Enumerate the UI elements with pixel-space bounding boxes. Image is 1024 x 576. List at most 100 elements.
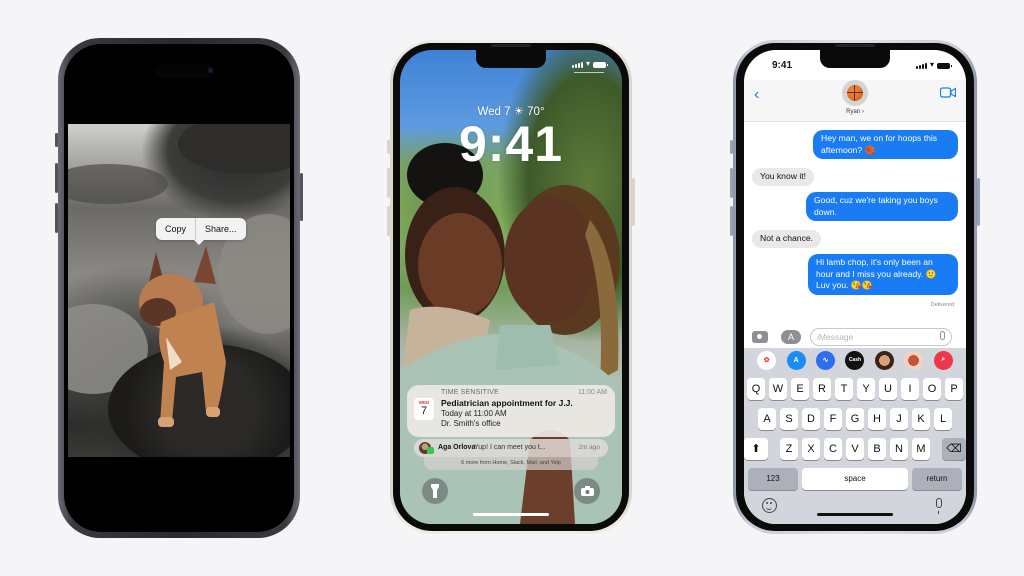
key-n[interactable]: N: [890, 438, 908, 460]
status-time: 9:41: [772, 60, 793, 71]
dog-photo[interactable]: [68, 124, 290, 457]
keyboard-footer: [744, 498, 966, 524]
copy-menu-item[interactable]: Copy: [156, 218, 195, 240]
volume-down-button: [730, 206, 733, 236]
key-y[interactable]: Y: [857, 378, 875, 400]
notch: [820, 50, 890, 68]
key-f[interactable]: F: [824, 408, 842, 430]
microphone-icon[interactable]: [936, 498, 942, 514]
key-p[interactable]: P: [945, 378, 963, 400]
speaker-grill: [491, 44, 531, 47]
app-store-icon[interactable]: A: [781, 330, 801, 344]
power-button: [632, 178, 635, 226]
contact-name[interactable]: Ryan ›: [744, 109, 966, 115]
imessage-placeholder: iMessage: [817, 332, 854, 342]
key-v[interactable]: V: [846, 438, 864, 460]
memoji-stickers-app-icon[interactable]: [904, 350, 924, 370]
status-bar: ▾: [915, 60, 952, 69]
key-t[interactable]: T: [835, 378, 853, 400]
rock: [68, 164, 168, 204]
dictation-icon[interactable]: [940, 331, 945, 340]
more-notifications[interactable]: 6 more from Home, Slack, Mail, and Yelp: [424, 457, 598, 470]
message-bubble-incoming[interactable]: Not a chance.: [752, 230, 822, 248]
volume-up-button: [55, 163, 58, 193]
notification-detail: Today at 11:00 AM: [441, 409, 507, 418]
iphone-blue: 9:41 ▾ ‹ Ryan › Hey man, we on for hoops…: [730, 40, 980, 534]
shift-key[interactable]: ⬆: [744, 438, 768, 460]
conversation-header: ‹ Ryan ›: [744, 80, 966, 122]
emoji-icon[interactable]: [762, 498, 777, 513]
key-x[interactable]: X: [802, 438, 820, 460]
key-i[interactable]: I: [901, 378, 919, 400]
key-a[interactable]: A: [758, 408, 776, 430]
rock: [178, 124, 290, 174]
home-indicator[interactable]: [817, 513, 893, 516]
key-row-1: QWERTYUIOP: [744, 378, 966, 400]
return-key[interactable]: return: [912, 468, 962, 490]
speaker-grill: [835, 44, 875, 47]
message-notification[interactable]: Aga Orlova Yup! I can meet you t... 2m a…: [414, 439, 608, 457]
message-bubble-incoming[interactable]: You know it!: [752, 168, 815, 186]
numbers-key[interactable]: 123: [748, 468, 798, 490]
home-indicator[interactable]: [473, 513, 549, 516]
key-d[interactable]: D: [802, 408, 820, 430]
key-u[interactable]: U: [879, 378, 897, 400]
facetime-video-icon[interactable]: [940, 87, 956, 98]
message-time: 2m ago: [578, 444, 600, 451]
message-bubble-outgoing[interactable]: Good, cuz we're taking you boys down.: [806, 192, 958, 221]
flashlight-icon: [431, 484, 439, 498]
key-g[interactable]: G: [846, 408, 864, 430]
apple-cash-app-icon[interactable]: Cash: [845, 350, 865, 370]
key-row-3: ⬆ ZXCVBNM ⌫: [744, 438, 966, 460]
message-bubble-outgoing[interactable]: Hi lamb chop, it's only been an hour and…: [808, 254, 958, 295]
message-bubble-outgoing[interactable]: Hey man, we on for hoops this afternoon?…: [813, 130, 958, 159]
sender-name: Aga Orlova: [438, 444, 476, 451]
calendar-notification[interactable]: WED 7 TIME SENSITIVE 11:00 AM Pediatrici…: [407, 385, 615, 437]
french-bulldog: [139, 246, 226, 427]
key-s[interactable]: S: [780, 408, 798, 430]
messages-app-icon: [427, 447, 434, 454]
action-button: [55, 133, 58, 147]
camera-icon[interactable]: [752, 331, 768, 343]
battery-icon: [937, 63, 952, 69]
key-b[interactable]: B: [868, 438, 886, 460]
volume-up-button: [387, 168, 390, 198]
key-r[interactable]: R: [813, 378, 831, 400]
delete-key[interactable]: ⌫: [942, 438, 966, 460]
memoji-app-icon[interactable]: [874, 350, 894, 370]
key-k[interactable]: K: [912, 408, 930, 430]
notification-time: 11:00 AM: [577, 389, 607, 396]
key-o[interactable]: O: [923, 378, 941, 400]
images-search-app-icon[interactable]: ⌕: [933, 350, 953, 370]
photos-app-icon[interactable]: ✿: [757, 350, 777, 370]
notification-location: Dr. Smith's office: [441, 419, 501, 428]
contact-avatar[interactable]: [842, 80, 868, 106]
key-row-2: ASDFGHJKL: [744, 408, 966, 430]
basketball-icon: [847, 85, 863, 101]
iphone-starlight: ▾ Wed 7 ☀ 70° 9:41 WED 7 TIME SENSITIVE …: [387, 40, 635, 534]
back-chevron-icon[interactable]: ‹: [754, 86, 759, 104]
control-center-hint[interactable]: [574, 72, 604, 73]
menu-pointer: [194, 240, 204, 245]
key-m[interactable]: M: [912, 438, 930, 460]
imessage-input[interactable]: iMessage: [810, 328, 952, 346]
share-menu-item[interactable]: Share...: [196, 218, 246, 240]
notification-category: TIME SENSITIVE: [441, 389, 500, 396]
key-q[interactable]: Q: [747, 378, 765, 400]
key-l[interactable]: L: [934, 408, 952, 430]
calendar-day: 7: [420, 405, 428, 417]
camera-button[interactable]: [574, 478, 600, 504]
key-w[interactable]: W: [769, 378, 787, 400]
audio-message-app-icon[interactable]: ∿: [816, 350, 836, 370]
app-store-app-icon[interactable]: A: [786, 350, 806, 370]
key-j[interactable]: J: [890, 408, 908, 430]
space-key[interactable]: space: [802, 468, 908, 490]
flashlight-button[interactable]: [422, 478, 448, 504]
key-z[interactable]: Z: [780, 438, 798, 460]
wifi-icon: ▾: [929, 60, 934, 69]
key-c[interactable]: C: [824, 438, 842, 460]
key-e[interactable]: E: [791, 378, 809, 400]
key-h[interactable]: H: [868, 408, 886, 430]
calendar-icon: WED 7: [414, 398, 434, 420]
key-row-4: 123 space return: [744, 468, 966, 490]
